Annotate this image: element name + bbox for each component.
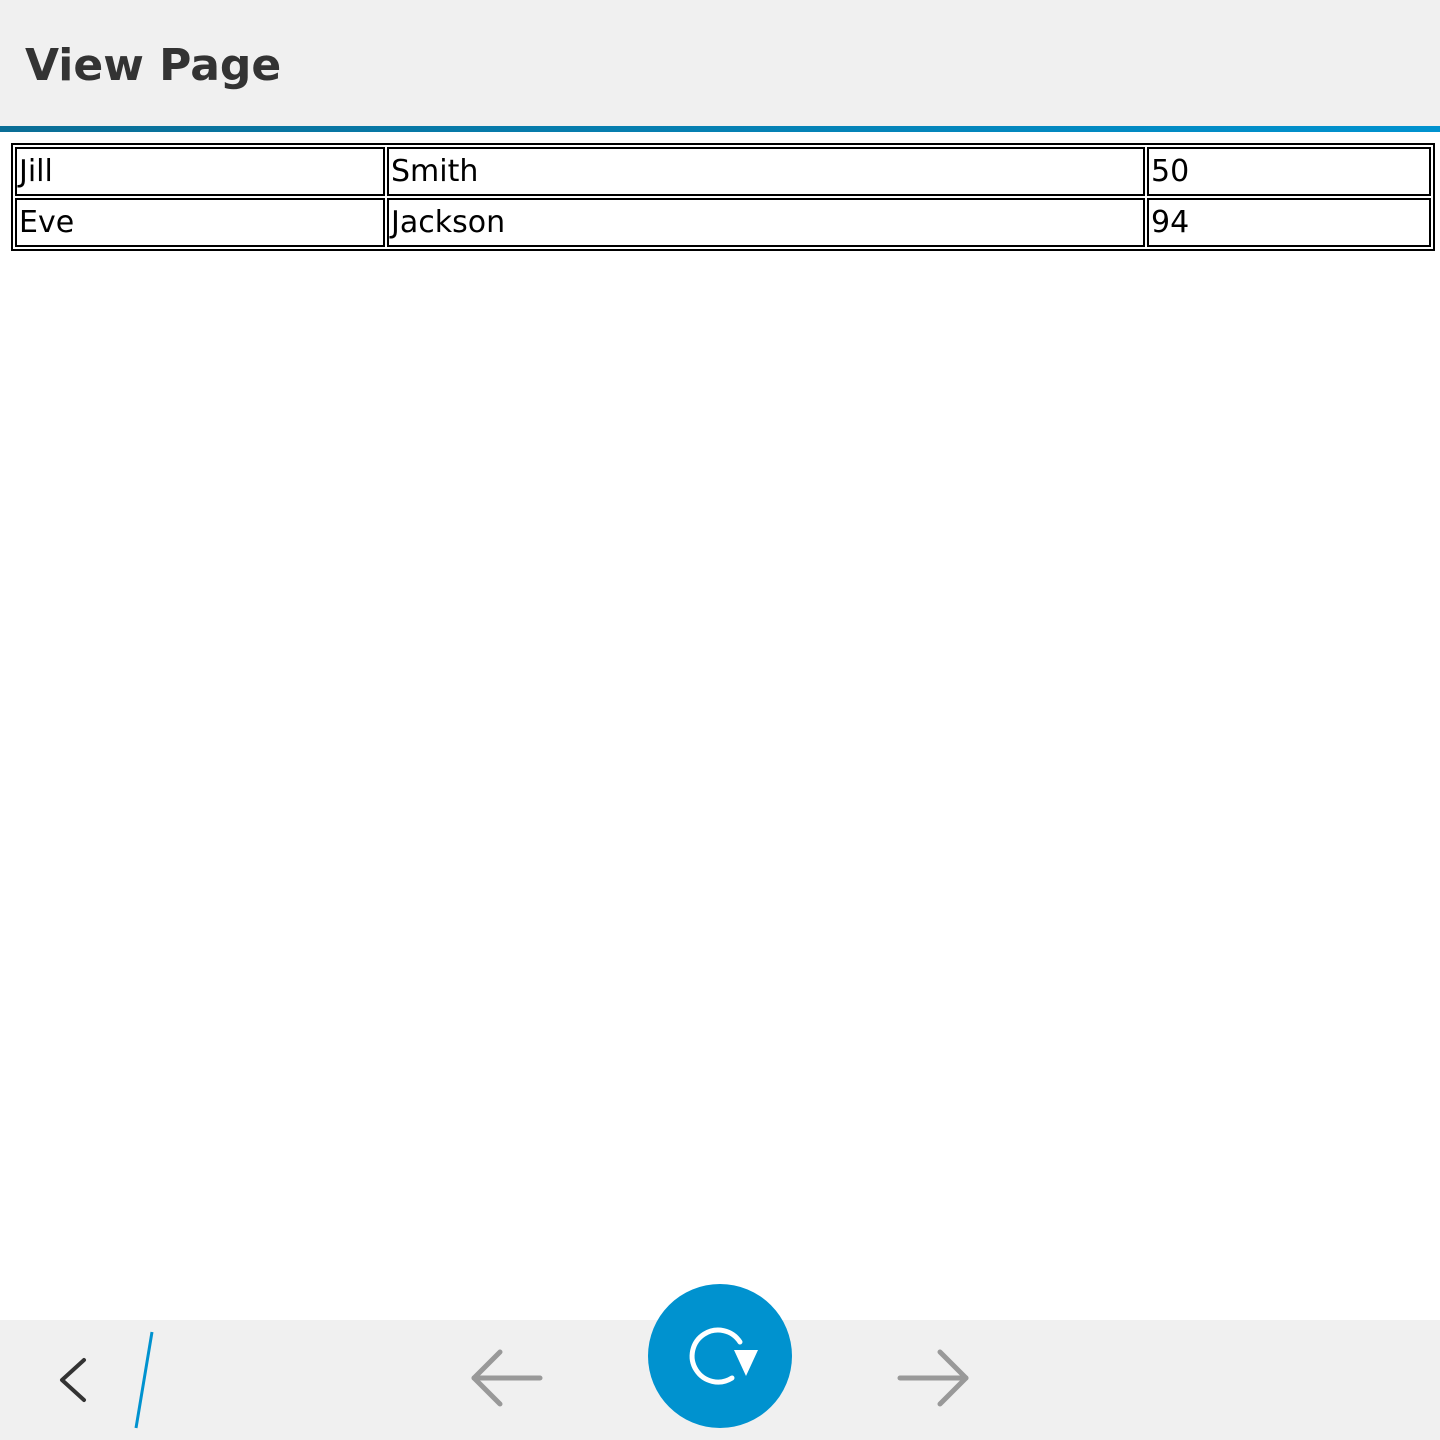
table-cell: Jill xyxy=(15,147,385,196)
title-accent-line xyxy=(0,126,1440,132)
previous-button[interactable] xyxy=(462,1340,552,1420)
table-row: Jill Smith 50 xyxy=(15,147,1431,196)
next-button[interactable] xyxy=(888,1340,978,1420)
arrow-right-icon xyxy=(897,1349,969,1407)
page-title: View Page xyxy=(25,40,282,91)
table-row: Eve Jackson 94 xyxy=(15,198,1431,247)
table-cell: 94 xyxy=(1147,198,1431,247)
reload-icon xyxy=(689,1327,758,1385)
table-cell: Eve xyxy=(15,198,385,247)
reload-button[interactable] xyxy=(648,1284,792,1428)
table-cell: 50 xyxy=(1147,147,1431,196)
page-content[interactable]: Jill Smith 50 Eve Jackson 94 xyxy=(11,143,1435,251)
title-bar: View Page xyxy=(0,0,1440,126)
data-table: Jill Smith 50 Eve Jackson 94 xyxy=(11,143,1435,251)
back-button[interactable] xyxy=(40,1320,120,1440)
back-divider xyxy=(128,1328,160,1432)
chevron-left-icon xyxy=(60,1358,86,1402)
table-cell: Smith xyxy=(387,147,1145,196)
browser-app: View Page Jill Smith 50 Eve Jackson 94 xyxy=(0,0,1440,1440)
table-cell: Jackson xyxy=(387,198,1145,247)
arrow-left-icon xyxy=(471,1349,543,1407)
